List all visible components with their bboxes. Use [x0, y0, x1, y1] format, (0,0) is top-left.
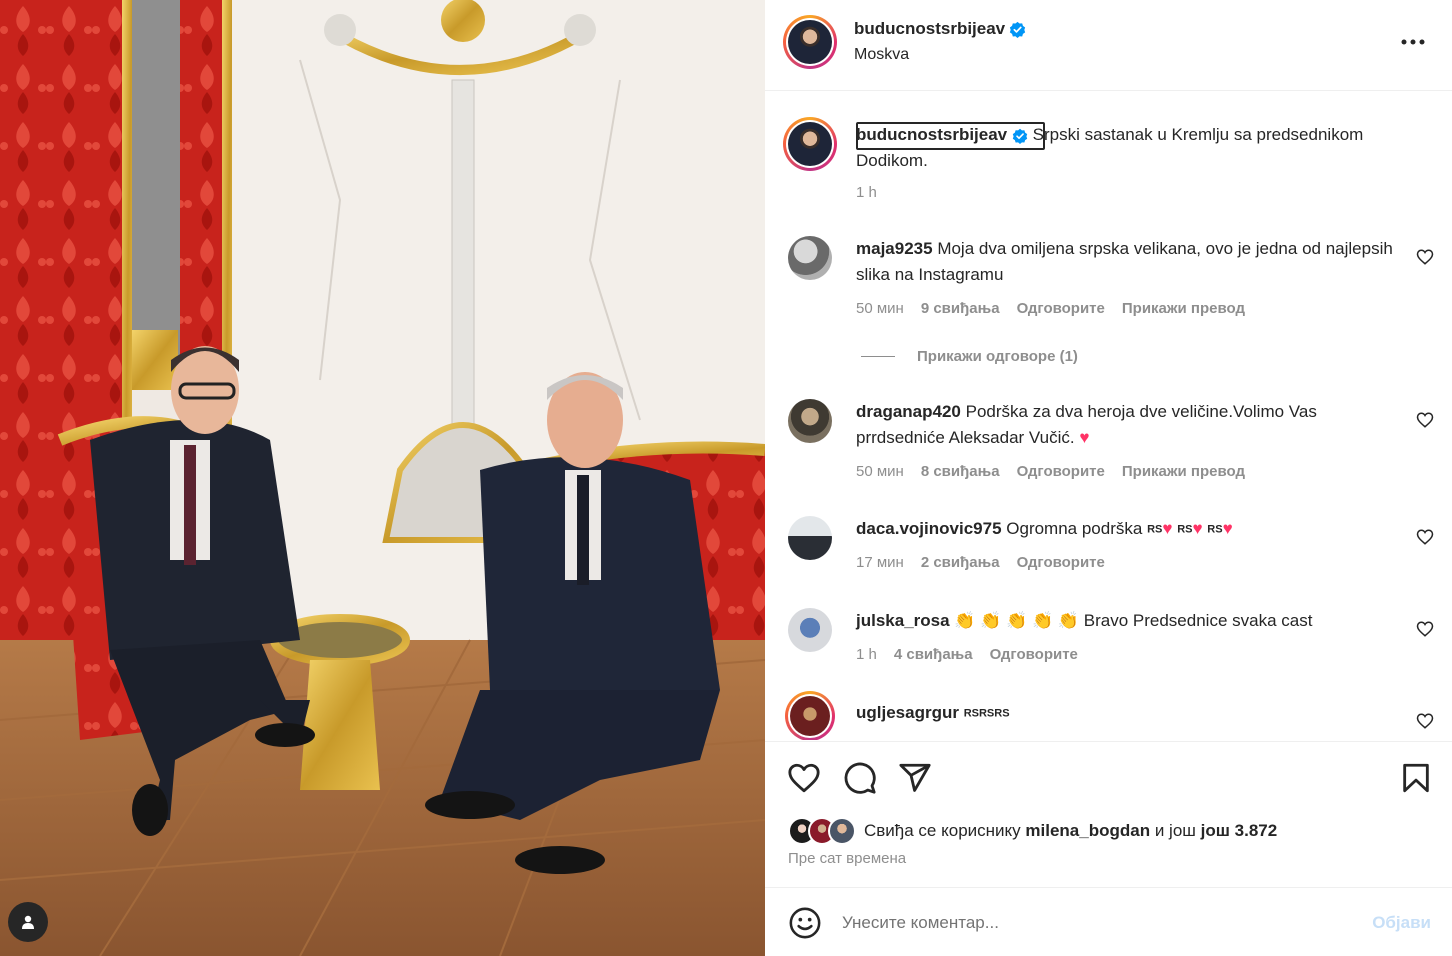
pink-heart-emoji: ♥: [1222, 519, 1233, 538]
translate-button[interactable]: Прикажи превод: [1122, 463, 1245, 480]
liker-avatar: [828, 817, 856, 845]
likes-summary[interactable]: Свиђа се кориснику milena_bogdan и још ј…: [788, 817, 1277, 845]
comment-time[interactable]: 50 мин: [856, 463, 904, 480]
user-tag-icon: [22, 915, 34, 929]
clap-emojis: 👏 👏 👏 👏 👏: [954, 611, 1080, 630]
post-photo[interactable]: [0, 0, 765, 956]
more-options-icon: [1401, 39, 1425, 45]
comment-like-heart-icon[interactable]: [1416, 248, 1434, 266]
commenter-avatar[interactable]: [785, 691, 835, 740]
replies-divider: [861, 356, 895, 357]
comment-input[interactable]: [842, 908, 1342, 938]
share-icon[interactable]: [898, 761, 932, 795]
commenter-avatar[interactable]: [788, 399, 832, 443]
rs-flag-emoji: RS: [1207, 523, 1223, 536]
rs-flag-emojis: RSRSRS: [963, 707, 1010, 720]
comments-list[interactable]: buducnostsrbijeav Srpski sastanak u Krem…: [765, 92, 1452, 740]
comment-text-block: draganap420 Podrška za dva heroja dve ve…: [856, 399, 1396, 451]
comment-text-block: maja9235 Moja dva omiljena srpska velika…: [856, 236, 1396, 288]
pink-heart-emoji: ♥: [1192, 519, 1203, 538]
comment-meta: 50 мин 8 свиђања Одговорите Прикажи прев…: [856, 463, 1245, 480]
comment-time[interactable]: 1 h: [856, 646, 877, 663]
add-comment-bar: Објави: [765, 887, 1452, 956]
commenter-username[interactable]: daca.vojinovic975: [856, 519, 1002, 538]
reply-button[interactable]: Одговорите: [1017, 463, 1105, 480]
caption-username[interactable]: buducnostsrbijeav: [856, 125, 1007, 144]
rs-flag-emoji: RS: [1147, 523, 1163, 536]
caption-time: 1 h: [856, 184, 877, 201]
translate-button[interactable]: Прикажи превод: [1122, 300, 1245, 317]
comment-likes[interactable]: 2 свиђања: [921, 554, 1000, 571]
comment-like-heart-icon[interactable]: [1416, 528, 1434, 546]
reply-button[interactable]: Одговорите: [990, 646, 1078, 663]
post-header: buducnostsrbijeav Moskva: [765, 0, 1452, 91]
reply-button[interactable]: Одговорите: [1017, 300, 1105, 317]
caption-author-avatar[interactable]: [783, 117, 837, 171]
bookmark-icon[interactable]: [1399, 761, 1433, 795]
commenter-avatar[interactable]: [788, 516, 832, 560]
comment-text: Moja dva omiljena srpska velikana, ovo j…: [856, 239, 1393, 284]
post-location[interactable]: Moskva: [854, 46, 909, 64]
caption-meta: 1 h: [856, 184, 877, 201]
comment-likes[interactable]: 4 свиђања: [894, 646, 973, 663]
rs-flag-emoji: RS: [1177, 523, 1193, 536]
commenter-username[interactable]: julska_rosa: [856, 611, 950, 630]
emoji-icon[interactable]: [788, 906, 822, 940]
post-comment-button[interactable]: Објави: [1372, 913, 1431, 933]
likes-middle: и још: [1154, 821, 1196, 840]
verified-badge-icon: [1009, 21, 1026, 38]
pink-heart-emoji: ♥: [1079, 428, 1090, 447]
author-username-row[interactable]: buducnostsrbijeav: [854, 19, 1026, 39]
likes-prefix: Свиђа се кориснику: [864, 821, 1021, 840]
comment-item: draganap420 Podrška za dva heroja dve ve…: [765, 399, 1452, 489]
comment-likes[interactable]: 9 свиђања: [921, 300, 1000, 317]
view-replies-button[interactable]: Прикажи одговоре (1): [861, 348, 1078, 365]
comment-item: daca.vojinovic975 Ogromna podrška RS♥ RS…: [765, 516, 1452, 576]
pink-heart-emoji: ♥: [1162, 519, 1173, 538]
verified-badge-icon: [1012, 128, 1028, 144]
comment-text: Ogromna podrška: [1006, 519, 1143, 538]
liker-avatars: [788, 817, 860, 845]
comment-icon[interactable]: [843, 761, 877, 795]
post-image: [0, 0, 765, 956]
commenter-username[interactable]: ugljesagrgur: [856, 703, 959, 722]
more-options-button[interactable]: [1398, 30, 1428, 54]
post-details-panel: buducnostsrbijeav Moskva buducnostsrbije…: [765, 0, 1452, 956]
comment-like-heart-icon[interactable]: [1416, 411, 1434, 429]
comment-text-block: daca.vojinovic975 Ogromna podrška RS♥ RS…: [856, 516, 1396, 543]
liker-username[interactable]: milena_bogdan: [1025, 821, 1150, 841]
author-avatar[interactable]: [783, 15, 837, 69]
comment-meta: 17 мин 2 свиђања Одговорите: [856, 554, 1105, 571]
comment-time[interactable]: 50 мин: [856, 300, 904, 317]
commenter-avatar[interactable]: [788, 236, 832, 280]
commenter-username[interactable]: maja9235: [856, 239, 933, 258]
author-username[interactable]: buducnostsrbijeav: [854, 19, 1005, 39]
heart-icon[interactable]: [787, 761, 821, 795]
post-caption: buducnostsrbijeav Srpski sastanak u Krem…: [765, 114, 1452, 214]
comment-meta: 1 h 4 свиђања Одговорите: [856, 646, 1078, 663]
comment-likes[interactable]: 8 свиђања: [921, 463, 1000, 480]
post-actions: Свиђа се кориснику milena_bogdan и још ј…: [765, 741, 1452, 887]
comment-meta: 50 мин 9 свиђања Одговорите Прикажи прев…: [856, 300, 1245, 317]
view-replies-label[interactable]: Прикажи одговоре (1): [917, 348, 1078, 365]
caption-text-block: buducnostsrbijeav Srpski sastanak u Krem…: [856, 122, 1426, 174]
comment-text-block: julska_rosa 👏 👏 👏 👏 👏 Bravo Predsednice …: [856, 608, 1396, 634]
comment-item: maja9235 Moja dva omiljena srpska velika…: [765, 236, 1452, 366]
commenter-avatar[interactable]: [788, 608, 832, 652]
comment-like-heart-icon[interactable]: [1416, 712, 1434, 730]
comment-item: julska_rosa 👏 👏 👏 👏 👏 Bravo Predsednice …: [765, 608, 1452, 668]
likes-count[interactable]: још 3.872: [1201, 821, 1278, 841]
comment-item: ugljesagrgur RSRSRS: [765, 691, 1452, 740]
user-tag-button[interactable]: [8, 902, 48, 942]
comment-time[interactable]: 17 мин: [856, 554, 904, 571]
post-time-ago[interactable]: Пре сат времена: [788, 850, 906, 867]
comment-like-heart-icon[interactable]: [1416, 620, 1434, 638]
reply-button[interactable]: Одговорите: [1017, 554, 1105, 571]
comment-text-block: ugljesagrgur RSRSRS: [856, 700, 1396, 727]
commenter-username[interactable]: draganap420: [856, 402, 961, 421]
comment-text: Bravo Predsednice svaka cast: [1083, 611, 1313, 630]
